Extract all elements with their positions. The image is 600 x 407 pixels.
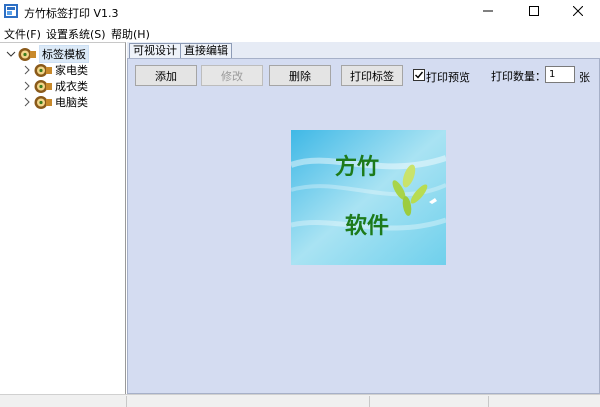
chevron-down-icon[interactable] (6, 49, 16, 59)
film-reel-icon (34, 63, 52, 78)
tree-item-computers[interactable]: 电脑类 (22, 94, 88, 110)
minimize-button[interactable] (465, 0, 510, 24)
close-button[interactable] (555, 0, 600, 24)
menu-file[interactable]: 文件(F) (4, 26, 41, 42)
status-divider (488, 396, 489, 407)
film-reel-icon (34, 95, 52, 110)
print-preview-checkbox[interactable] (413, 69, 425, 81)
print-preview-label[interactable]: 打印预览 (426, 69, 470, 85)
design-panel: 添加 修改 删除 打印标签 打印预览 打印数量： 张 (127, 58, 600, 394)
template-tree: 标签模板 家电类 成衣类 电脑类 (0, 42, 126, 394)
title-bar: 方竹标签打印 V1.3 (0, 0, 600, 24)
menu-bar: 文件(F) 设置系统(S) 帮助(H) (0, 24, 600, 42)
delete-button[interactable]: 删除 (269, 65, 331, 86)
tree-item-label: 电脑类 (55, 96, 88, 109)
preview-text-line1: 方竹 (335, 154, 379, 180)
tree-item-appliances[interactable]: 家电类 (22, 62, 88, 78)
status-divider (369, 396, 370, 407)
chevron-right-icon[interactable] (22, 97, 32, 107)
checkmark-icon (415, 71, 424, 79)
status-divider (126, 396, 127, 407)
tree-root[interactable]: 标签模板 (6, 45, 89, 63)
tree-root-label: 标签模板 (39, 45, 89, 63)
preview-text-line2: 软件 (345, 213, 389, 239)
quantity-input[interactable] (545, 66, 575, 83)
print-label-button[interactable]: 打印标签 (341, 65, 403, 86)
maximize-button[interactable] (511, 0, 556, 24)
menu-help[interactable]: 帮助(H) (111, 26, 150, 42)
status-bar (0, 394, 600, 407)
tab-visual-design[interactable]: 可视设计 (129, 43, 181, 58)
tab-direct-edit[interactable]: 直接编辑 (180, 43, 232, 58)
window-title: 方竹标签打印 V1.3 (24, 7, 119, 20)
film-reel-icon (18, 47, 36, 62)
menu-settings[interactable]: 设置系统(S) (46, 26, 106, 42)
tree-item-label: 家电类 (55, 64, 88, 77)
tree-item-label: 成衣类 (55, 80, 88, 93)
close-icon (572, 5, 583, 19)
film-reel-icon (34, 79, 52, 94)
tab-strip: 可视设计 直接编辑 (127, 42, 600, 58)
maximize-icon (528, 5, 539, 19)
add-button[interactable]: 添加 (135, 65, 197, 86)
tree-item-clothing[interactable]: 成衣类 (22, 78, 88, 94)
main-area: 可视设计 直接编辑 添加 修改 删除 打印标签 打印预览 打印数量： 张 (127, 42, 600, 394)
app-icon (3, 3, 19, 19)
chevron-right-icon[interactable] (22, 81, 32, 91)
chevron-right-icon[interactable] (22, 65, 32, 75)
bamboo-graphic: 方竹 软件 (291, 130, 446, 265)
label-preview-image: 方竹 软件 (291, 130, 446, 265)
quantity-unit: 张 (579, 71, 590, 84)
minimize-icon (482, 6, 493, 19)
modify-button[interactable]: 修改 (201, 65, 263, 86)
quantity-label: 打印数量： (491, 70, 546, 83)
